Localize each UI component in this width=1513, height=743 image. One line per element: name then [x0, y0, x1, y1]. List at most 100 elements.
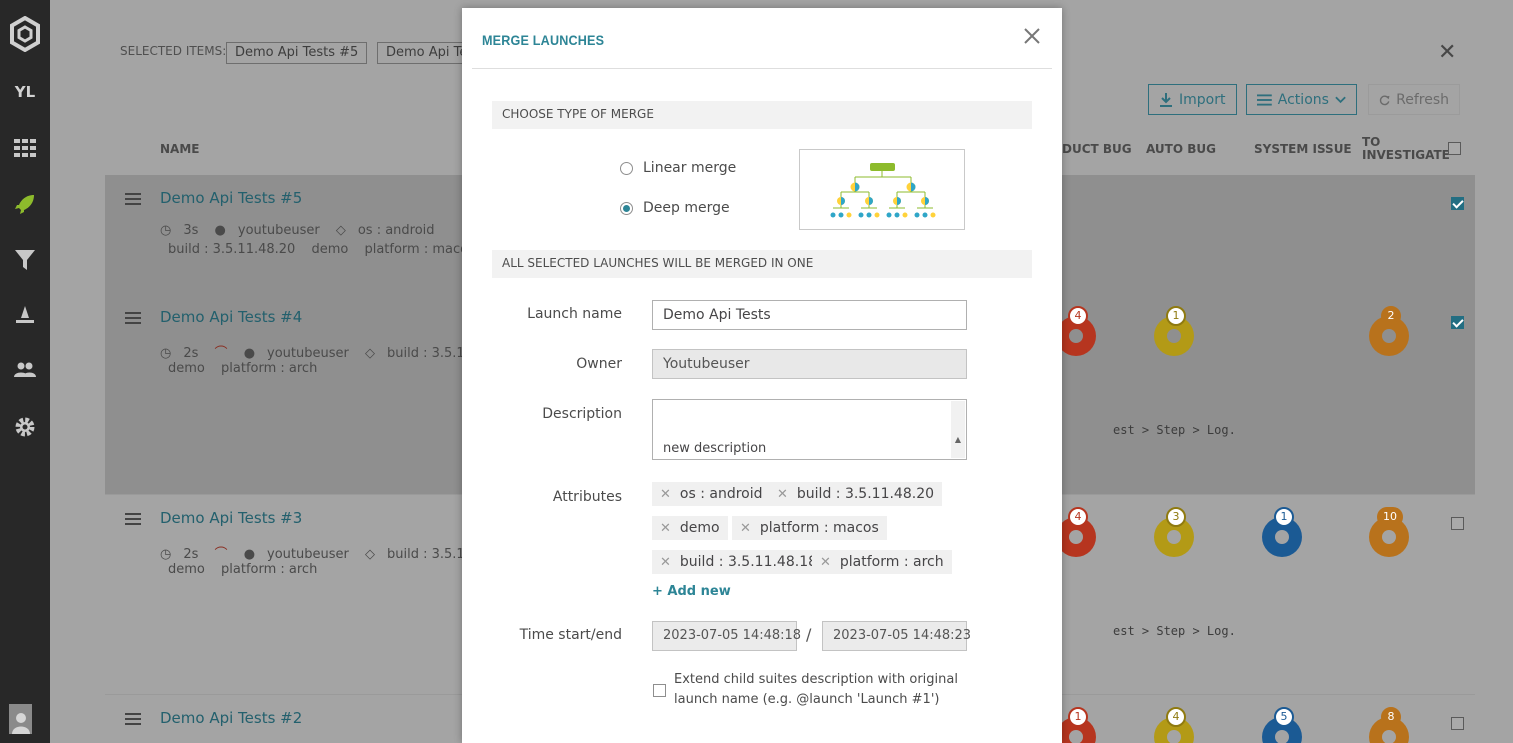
- column-auto-bug[interactable]: AUTO BUG: [1146, 142, 1216, 156]
- attribute-label: platform : arch: [839, 554, 944, 570]
- remove-icon[interactable]: ✕: [660, 487, 671, 502]
- column-product-bug[interactable]: DUCT BUG: [1062, 142, 1132, 156]
- attribute[interactable]: build : 3.5.11: [387, 346, 473, 361]
- to-investigate-count: 8: [1381, 707, 1401, 727]
- row-checkbox[interactable]: [1451, 517, 1464, 530]
- attribute-label: demo: [679, 520, 720, 536]
- attribute-chip[interactable]: ✕ platform : macos: [732, 516, 887, 540]
- remove-icon[interactable]: ✕: [820, 555, 831, 570]
- attribute[interactable]: build : 3.5.11.48.20: [168, 242, 295, 257]
- attribute-chip[interactable]: ✕ platform : arch: [812, 550, 952, 574]
- extend-description-label[interactable]: Extend child suites description with ori…: [674, 670, 974, 710]
- section-merge-info: ALL SELECTED LAUNCHES WILL BE MERGED IN …: [492, 250, 1032, 278]
- attribute[interactable]: platform : arch: [221, 361, 317, 376]
- system-issue-donut[interactable]: 5: [1262, 707, 1302, 743]
- linear-merge-radio[interactable]: Linear merge: [620, 160, 736, 176]
- launches-icon[interactable]: [0, 184, 50, 224]
- description-textarea[interactable]: new description ========================…: [652, 399, 967, 460]
- remove-icon[interactable]: ✕: [660, 555, 671, 570]
- auto-bug-donut[interactable]: 1: [1154, 306, 1194, 356]
- drag-handle-icon[interactable]: [125, 713, 141, 725]
- radio-label[interactable]: Linear merge: [643, 160, 736, 176]
- launch-meta: demo platform : arch: [168, 562, 329, 577]
- close-icon[interactable]: [1020, 24, 1044, 48]
- row-checkbox[interactable]: [1451, 197, 1464, 210]
- radio-indicator[interactable]: [620, 161, 633, 175]
- logo-icon[interactable]: [0, 14, 50, 54]
- launch-name[interactable]: Demo Api Tests #3: [160, 509, 302, 527]
- import-button[interactable]: Import: [1148, 84, 1237, 115]
- drag-handle-icon[interactable]: [125, 312, 141, 324]
- add-attribute-link[interactable]: + Add new: [652, 584, 731, 599]
- attribute-chip[interactable]: ✕ build : 3.5.11.48.20: [769, 482, 943, 506]
- extend-description-checkbox[interactable]: [653, 684, 666, 697]
- user-icon: ●: [214, 223, 226, 238]
- column-system-issue[interactable]: SYSTEM ISSUE: [1254, 142, 1352, 156]
- members-icon[interactable]: [0, 350, 50, 390]
- product-bug-donut[interactable]: 4: [1056, 306, 1096, 356]
- deep-merge-radio[interactable]: Deep merge: [620, 200, 730, 216]
- debug-icon[interactable]: [0, 296, 50, 336]
- attribute-chip[interactable]: ✕ demo: [652, 516, 728, 540]
- time-separator: /: [806, 625, 812, 644]
- drag-handle-icon[interactable]: [125, 513, 141, 525]
- attribute[interactable]: platform : arch: [221, 562, 317, 577]
- remove-icon[interactable]: ✕: [777, 487, 788, 502]
- attribute-label: os : android: [679, 486, 763, 502]
- attribute[interactable]: os : android: [358, 223, 435, 238]
- product-bug-count: 4: [1068, 507, 1088, 527]
- settings-icon[interactable]: [0, 407, 50, 447]
- radio-label[interactable]: Deep merge: [643, 200, 730, 216]
- actions-button[interactable]: Actions: [1246, 84, 1357, 115]
- to-investigate-donut[interactable]: 10: [1369, 507, 1409, 557]
- launch-name[interactable]: Demo Api Tests #2: [160, 709, 302, 727]
- attribute[interactable]: demo: [168, 562, 205, 577]
- remove-icon[interactable]: ✕: [660, 521, 671, 536]
- close-selection-icon[interactable]: ✕: [1438, 40, 1456, 65]
- to-investigate-donut[interactable]: 2: [1369, 306, 1409, 356]
- dashboard-icon[interactable]: [0, 128, 50, 168]
- drag-handle-icon[interactable]: [125, 193, 141, 205]
- remove-icon[interactable]: ✕: [740, 521, 751, 536]
- filter-icon[interactable]: [0, 240, 50, 280]
- attribute-label: platform : macos: [759, 520, 879, 536]
- selected-chip[interactable]: Demo Api Tests #4: [377, 42, 467, 64]
- product-bug-count: 1: [1068, 707, 1088, 727]
- user-avatar[interactable]: [9, 704, 32, 734]
- auto-bug-count: 3: [1166, 507, 1186, 527]
- download-icon: [1160, 92, 1172, 107]
- launch-name[interactable]: Demo Api Tests #5: [160, 189, 302, 207]
- merge-preview-image: [799, 149, 965, 230]
- attribute[interactable]: demo: [311, 242, 348, 257]
- launch-meta: ◷ 3s ● youtubeuser ◇ os : android: [160, 223, 447, 238]
- tag-icon: ◇: [365, 547, 375, 562]
- launch-name-input[interactable]: [652, 300, 967, 330]
- refresh-button[interactable]: Refresh: [1368, 84, 1460, 115]
- to-investigate-donut[interactable]: 8: [1369, 707, 1409, 743]
- product-bug-donut[interactable]: 4: [1056, 507, 1096, 557]
- description-text: new description ========================…: [663, 441, 935, 459]
- auto-bug-donut[interactable]: 3: [1154, 507, 1194, 557]
- scrollbar[interactable]: ▲ ▼: [951, 401, 965, 458]
- product-bug-donut[interactable]: 1: [1056, 707, 1096, 743]
- tree-diagram-icon: [830, 163, 936, 218]
- radio-indicator[interactable]: [620, 201, 633, 215]
- attribute-label: build : 3.5.11.48.18: [679, 554, 818, 570]
- column-to-investigate[interactable]: TO INVESTIGATE: [1362, 136, 1450, 162]
- selected-chip[interactable]: Demo Api Tests #5 ×: [226, 42, 367, 64]
- user-initials[interactable]: YL: [0, 72, 50, 112]
- attribute[interactable]: platform : macos: [364, 242, 474, 257]
- select-all-checkbox[interactable]: [1448, 142, 1461, 155]
- column-name[interactable]: NAME: [160, 142, 199, 156]
- row-checkbox[interactable]: [1451, 316, 1464, 329]
- attribute[interactable]: build : 3.5.11: [387, 547, 473, 562]
- product-bug-count: 4: [1068, 306, 1088, 326]
- system-issue-donut[interactable]: 1: [1262, 507, 1302, 557]
- row-checkbox[interactable]: [1451, 717, 1464, 730]
- attribute-chip[interactable]: ✕ os : android: [652, 482, 771, 506]
- attribute[interactable]: demo: [168, 361, 205, 376]
- attribute-chip[interactable]: ✕ build : 3.5.11.48.18: [652, 550, 826, 574]
- auto-bug-donut[interactable]: 4: [1154, 707, 1194, 743]
- launch-meta: ◷ 2s ⌒ ● youtubeuser ◇ build : 3.5.11: [160, 543, 485, 562]
- launch-name[interactable]: Demo Api Tests #4: [160, 308, 302, 326]
